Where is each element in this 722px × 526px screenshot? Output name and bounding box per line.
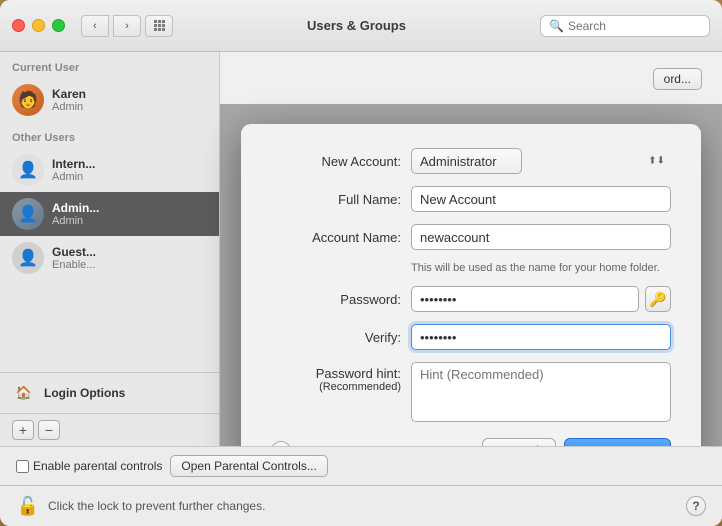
password-hint-sublabel: (Recommended) [271,381,401,393]
login-options-icon: 🏠 [12,381,36,405]
back-button[interactable]: ‹ [81,15,109,37]
verify-input[interactable] [411,324,671,350]
lock-icon[interactable]: 🔓 [16,494,40,518]
sidebar-item-karen[interactable]: 🧑 Karen Admin [0,78,219,122]
sidebar-item-admin-sub: Admin [52,215,99,227]
modal-overlay: New Account: Administrator Standard ⬆⬇ [220,104,722,446]
sidebar-item-karen-sub: Admin [52,101,86,113]
main-window: ‹ › Users & Groups 🔍 Current User 🧑 Kare… [0,0,722,526]
modal-footer-right: Cancel Create User [482,438,671,446]
password-input[interactable] [411,286,639,312]
account-type-wrap: Administrator Standard ⬆⬇ [411,148,671,174]
full-name-wrap [411,186,671,212]
sidebar-item-internet-sub: Admin [52,171,95,183]
parental-controls-label: Enable parental controls [33,459,162,473]
window-title: Users & Groups [173,18,540,33]
form-row-verify: Verify: [271,324,671,350]
verify-label: Verify: [271,330,401,345]
grid-view-button[interactable] [145,15,173,37]
window-controls [12,19,65,32]
form-row-full-name: Full Name: [271,186,671,212]
account-name-hint-row: This will be used as the name for your h… [411,262,671,274]
sidebar-item-login-options[interactable]: 🏠 Login Options [0,373,219,413]
form-row-account-name: Account Name: [271,224,671,250]
password-hint-label-text: Password hint: [271,366,401,381]
parental-controls-checkbox[interactable] [16,460,29,473]
sidebar-item-guest-name: Guest... [52,245,96,259]
remove-user-button[interactable]: − [38,420,60,440]
account-type-select-wrapper[interactable]: Administrator Standard ⬆⬇ [411,148,671,174]
sidebar-item-guest[interactable]: 👤 Guest... Enable... [0,236,219,280]
new-account-modal: New Account: Administrator Standard ⬆⬇ [241,124,701,446]
modal-footer-left: ? [271,441,291,447]
login-options-label: Login Options [44,386,125,400]
cancel-button[interactable]: Cancel [482,438,556,446]
verify-wrap [411,324,671,350]
account-name-wrap [411,224,671,250]
avatar-guest: 👤 [12,242,44,274]
panel-top-right: ord... [653,68,702,90]
close-button[interactable] [12,19,25,32]
password-wrap: 🔑 [411,286,671,312]
bottom-bar: Enable parental controls Open Parental C… [0,446,722,485]
search-box[interactable]: 🔍 [540,15,710,37]
nav-buttons: ‹ › [81,15,141,37]
change-password-button[interactable]: ord... [653,68,702,90]
status-bar: 🔓 Click the lock to prevent further chan… [0,485,722,526]
sidebar-item-guest-sub: Enable... [52,259,96,271]
sidebar: Current User 🧑 Karen Admin Other Users 👤… [0,52,220,446]
full-name-input[interactable] [411,186,671,212]
form-row-password-hint: Password hint: (Recommended) [271,362,671,422]
form-row-account-type: New Account: Administrator Standard ⬆⬇ [271,148,671,174]
account-name-hint: This will be used as the name for your h… [411,262,660,274]
sidebar-item-internet-name: Intern... [52,157,95,171]
minimize-button[interactable] [32,19,45,32]
modal-footer: ? Cancel Create User [271,438,671,446]
account-name-label: Account Name: [271,230,401,245]
password-key-button[interactable]: 🔑 [645,286,671,312]
content-area: Current User 🧑 Karen Admin Other Users 👤… [0,52,722,446]
open-parental-controls-button[interactable]: Open Parental Controls... [170,455,327,477]
help-button[interactable]: ? [686,496,706,516]
account-name-input[interactable] [411,224,671,250]
form-row-password: Password: 🔑 [271,286,671,312]
main-panel: ord... New Account: Administrator Standa… [220,52,722,446]
account-type-select[interactable]: Administrator Standard [411,148,522,174]
chevron-down-icon: ⬆⬇ [648,156,665,167]
full-name-label: Full Name: [271,192,401,207]
avatar-karen: 🧑 [12,84,44,116]
password-hint-wrap [411,362,671,422]
new-account-label: New Account: [271,154,401,169]
sidebar-item-admin[interactable]: 👤 Admin... Admin [0,192,219,236]
password-hint-textarea[interactable] [411,362,671,422]
create-user-button[interactable]: Create User [564,438,671,446]
title-bar: ‹ › Users & Groups 🔍 [0,0,722,52]
sidebar-item-internet[interactable]: 👤 Intern... Admin [0,148,219,192]
status-text: Click the lock to prevent further change… [48,499,678,513]
sidebar-item-karen-name: Karen [52,87,86,101]
avatar-admin: 👤 [12,198,44,230]
password-label: Password: [271,292,401,307]
sidebar-item-admin-name: Admin... [52,201,99,215]
other-users-label: Other Users [0,122,219,148]
password-hint-label: Password hint: (Recommended) [271,362,401,393]
parental-controls-checkbox-label[interactable]: Enable parental controls [16,459,162,473]
add-user-button[interactable]: + [12,420,34,440]
sidebar-footer: 🏠 Login Options + − [0,372,219,446]
search-icon: 🔍 [549,19,564,33]
modal-help-button[interactable]: ? [271,441,291,447]
current-users-label: Current User [0,52,219,78]
sidebar-actions: + − [0,413,219,446]
grid-dots-icon [154,20,165,31]
forward-button[interactable]: › [113,15,141,37]
search-input[interactable] [568,19,701,33]
maximize-button[interactable] [52,19,65,32]
avatar-internet: 👤 [12,154,44,186]
